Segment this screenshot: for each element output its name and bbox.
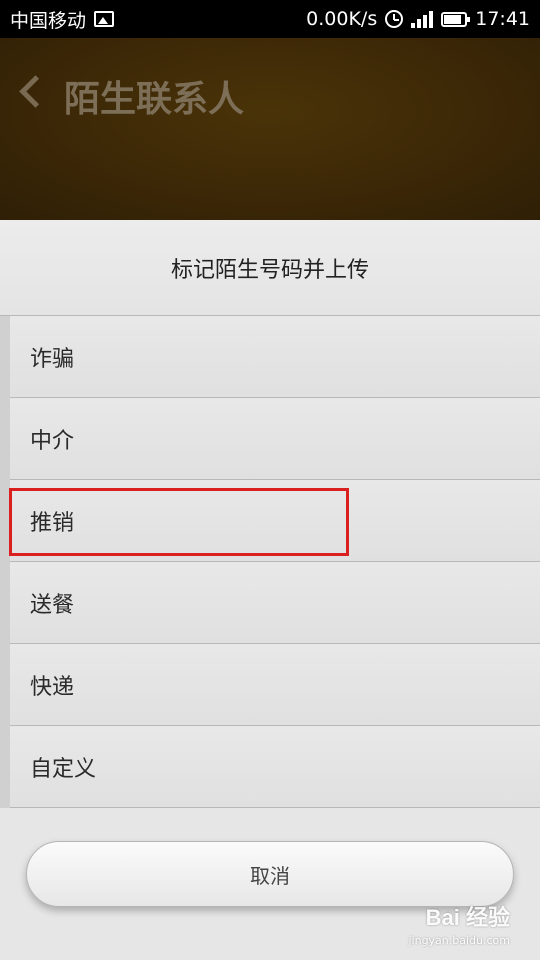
image-notification-icon	[94, 11, 115, 27]
option-fraud[interactable]: 诈骗	[10, 316, 540, 398]
back-icon[interactable]	[19, 75, 52, 108]
carrier-name: 中国移动	[10, 9, 87, 32]
signal-icon	[411, 10, 434, 28]
option-agency[interactable]: 中介	[10, 398, 540, 480]
watermark: Bai 经验 jingyan.baidu.com	[408, 900, 510, 947]
cancel-button[interactable]: 取消	[26, 841, 514, 907]
page-title: 陌生联系人	[64, 79, 245, 120]
option-list: 诈骗 中介 推销 送餐 快递 自定义	[0, 316, 540, 808]
status-left: 中国移动	[10, 6, 115, 33]
network-speed: 0.00K/s	[306, 8, 378, 30]
app-header: 陌生联系人	[0, 38, 540, 220]
option-courier[interactable]: 快递	[10, 644, 540, 726]
watermark-brand: Bai 经验	[425, 905, 510, 930]
clock-time: 17:41	[475, 8, 530, 30]
watermark-url: jingyan.baidu.com	[408, 934, 510, 947]
sheet-title: 标记陌生号码并上传	[0, 220, 540, 316]
battery-icon	[441, 11, 471, 27]
option-custom[interactable]: 自定义	[10, 726, 540, 808]
status-right: 0.00K/s 17:41	[306, 8, 530, 30]
alarm-icon	[385, 10, 404, 28]
status-bar: 中国移动 0.00K/s 17:41	[0, 0, 540, 38]
option-promotion[interactable]: 推销	[10, 480, 540, 562]
option-food-delivery[interactable]: 送餐	[10, 562, 540, 644]
